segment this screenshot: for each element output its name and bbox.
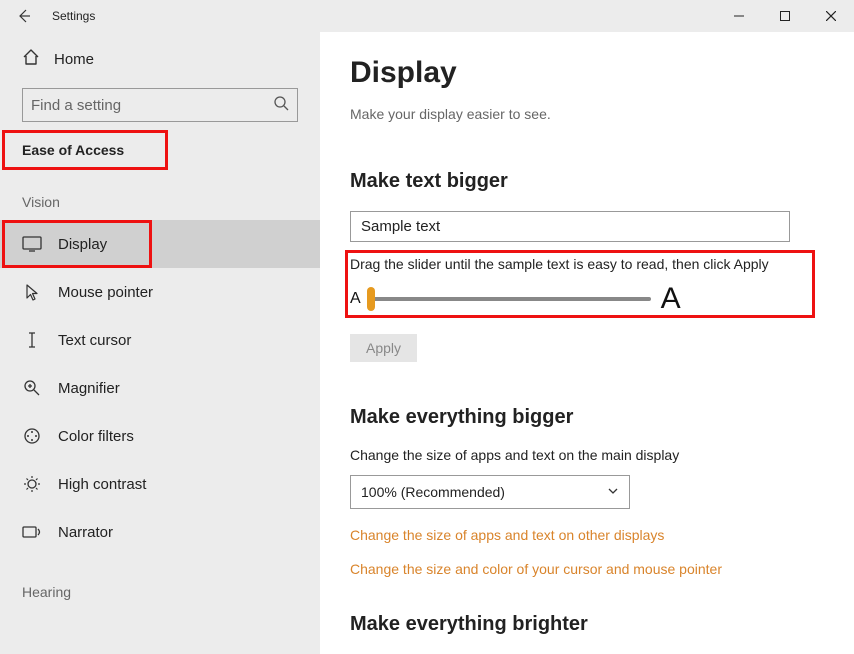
sample-text-box: Sample text	[350, 211, 790, 242]
nav-label: Text cursor	[58, 332, 131, 349]
scale-select[interactable]: 100% (Recommended)	[350, 475, 630, 509]
home-icon	[22, 48, 40, 70]
link-cursor-settings[interactable]: Change the size and color of your cursor…	[350, 561, 814, 577]
section-text-bigger-heading: Make text bigger	[350, 170, 814, 193]
slider-min-label: A	[350, 290, 361, 308]
nav-item-high-contrast[interactable]: High contrast	[0, 460, 320, 508]
apply-button[interactable]: Apply	[350, 334, 417, 362]
main-content: Display Make your display easier to see.…	[320, 32, 854, 654]
slider-max-label: A	[661, 282, 681, 316]
page-subtitle: Make your display easier to see.	[350, 106, 814, 122]
color-filters-icon	[22, 426, 42, 446]
sidebar: Home Ease of Access Vision Display	[0, 32, 320, 654]
titlebar: Settings	[0, 0, 854, 32]
nav-item-color-filters[interactable]: Color filters	[0, 412, 320, 460]
nav-label: Display	[58, 236, 107, 253]
maximize-button[interactable]	[762, 0, 808, 32]
minimize-button[interactable]	[716, 0, 762, 32]
nav-label: High contrast	[58, 476, 146, 493]
slider-help-text: Drag the slider until the sample text is…	[350, 256, 814, 272]
search-box[interactable]	[22, 88, 298, 122]
category-heading: Ease of Access	[0, 132, 320, 168]
search-input[interactable]	[31, 97, 273, 114]
link-other-displays[interactable]: Change the size of apps and text on othe…	[350, 527, 814, 543]
home-link[interactable]: Home	[0, 40, 320, 78]
page-title: Display	[350, 56, 814, 90]
slider-thumb[interactable]	[367, 287, 375, 311]
nav-item-magnifier[interactable]: Magnifier	[0, 364, 320, 412]
back-button[interactable]	[0, 8, 48, 24]
scale-select-value: 100% (Recommended)	[361, 484, 505, 500]
nav-label: Color filters	[58, 428, 134, 445]
close-button[interactable]	[808, 0, 854, 32]
nav-label: Magnifier	[58, 380, 120, 397]
window-title: Settings	[48, 9, 95, 23]
section-everything-bigger-heading: Make everything bigger	[350, 406, 814, 429]
display-icon	[22, 234, 42, 254]
nav-label: Narrator	[58, 524, 113, 541]
search-icon	[273, 95, 289, 116]
cursor-icon	[22, 282, 42, 302]
magnifier-icon	[22, 378, 42, 398]
nav-label: Mouse pointer	[58, 284, 153, 301]
nav-item-mouse-pointer[interactable]: Mouse pointer	[0, 268, 320, 316]
text-size-slider[interactable]	[371, 297, 651, 301]
everything-bigger-body: Change the size of apps and text on the …	[350, 447, 814, 463]
nav-item-display[interactable]: Display	[0, 220, 320, 268]
nav-item-narrator[interactable]: Narrator	[0, 508, 320, 556]
high-contrast-icon	[22, 474, 42, 494]
text-cursor-icon	[22, 330, 42, 350]
narrator-icon	[22, 522, 42, 542]
group-heading-vision: Vision	[0, 178, 320, 220]
group-heading-hearing: Hearing	[0, 556, 320, 610]
text-size-slider-row: A A	[350, 282, 814, 316]
chevron-down-icon	[607, 484, 619, 500]
nav-item-text-cursor[interactable]: Text cursor	[0, 316, 320, 364]
home-label: Home	[54, 51, 94, 68]
section-brighter-heading: Make everything brighter	[350, 613, 814, 636]
